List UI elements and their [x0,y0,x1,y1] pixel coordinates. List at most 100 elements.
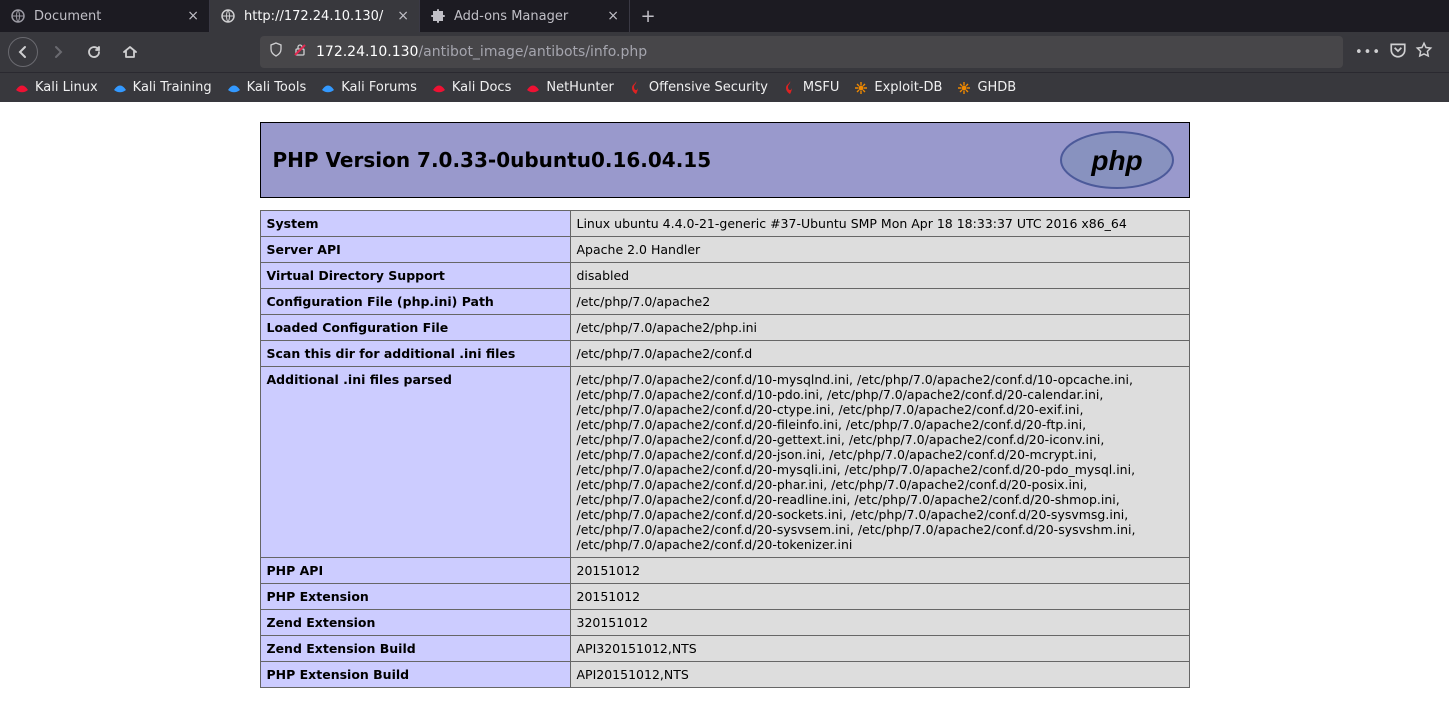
spider-orange-icon [956,80,972,96]
table-row: Zend Extension320151012 [260,610,1189,636]
puzzle-icon [430,8,446,24]
info-value: API20151012,NTS [570,662,1189,688]
bookmark-label: Exploit-DB [874,80,942,95]
globe-icon [10,8,26,24]
url-text: 172.24.10.130/antibot_image/antibots/inf… [316,44,647,60]
tab-title: Document [34,9,179,24]
info-value: 320151012 [570,610,1189,636]
table-row: Server APIApache 2.0 Handler [260,237,1189,263]
info-value: 20151012 [570,584,1189,610]
table-row: PHP API20151012 [260,558,1189,584]
spider-orange-icon [853,80,869,96]
back-button[interactable] [8,37,38,67]
kali-red-icon [14,80,30,96]
info-key: System [260,211,570,237]
bookmark-label: Kali Forums [341,80,417,95]
reload-button[interactable] [78,36,110,68]
flame-red-icon [628,80,644,96]
kali-red-icon [525,80,541,96]
home-button[interactable] [114,36,146,68]
close-icon[interactable]: × [607,8,619,24]
bookmark-kali-linux[interactable]: Kali Linux [8,77,104,99]
info-value: /etc/php/7.0/apache2 [570,289,1189,315]
tab-bar: Document × http://172.24.10.130/ × Add-o… [0,0,1449,32]
info-value: disabled [570,263,1189,289]
info-value: /etc/php/7.0/apache2/conf.d [570,341,1189,367]
info-key: Scan this dir for additional .ini files [260,341,570,367]
bookmark-kali-training[interactable]: Kali Training [106,77,218,99]
new-tab-button[interactable]: + [630,0,666,32]
info-key: Loaded Configuration File [260,315,570,341]
url-host: 172.24.10.130 [316,44,418,60]
info-value: Linux ubuntu 4.4.0-21-generic #37-Ubuntu… [570,211,1189,237]
page-actions: ••• [1355,41,1441,63]
bookmark-label: Offensive Security [649,80,768,95]
bookmark-msfu[interactable]: MSFU [776,77,845,99]
forward-button[interactable] [42,36,74,68]
page-content: PHP Version 7.0.33-0ubuntu0.16.04.15 php… [0,102,1449,708]
table-row: PHP Extension BuildAPI20151012,NTS [260,662,1189,688]
bookmark-star-icon[interactable] [1415,41,1433,63]
bookmark-kali-forums[interactable]: Kali Forums [314,77,423,99]
nav-bar: 172.24.10.130/antibot_image/antibots/inf… [0,32,1449,72]
info-key: Server API [260,237,570,263]
table-row: PHP Extension20151012 [260,584,1189,610]
close-icon[interactable]: × [187,8,199,24]
info-value: /etc/php/7.0/apache2/conf.d/10-mysqlnd.i… [570,367,1189,558]
bookmark-label: GHDB [977,80,1016,95]
bookmark-label: MSFU [803,80,839,95]
php-logo-icon: php [1057,130,1177,190]
tab-title: Add-ons Manager [454,9,599,24]
phpinfo-header: PHP Version 7.0.33-0ubuntu0.16.04.15 php [260,122,1190,198]
kali-blue-icon [112,80,128,96]
close-icon[interactable]: × [397,8,409,24]
globe-icon [220,8,236,24]
info-key: PHP Extension [260,584,570,610]
info-key: Zend Extension [260,610,570,636]
bookmark-ghdb[interactable]: GHDB [950,77,1022,99]
bookmark-nethunter[interactable]: NetHunter [519,77,620,99]
table-row: Configuration File (php.ini) Path/etc/ph… [260,289,1189,315]
tab-title: http://172.24.10.130/ [244,9,389,24]
info-key: PHP Extension Build [260,662,570,688]
kali-blue-icon [320,80,336,96]
lock-insecure-icon [292,42,308,62]
bookmark-label: Kali Docs [452,80,512,95]
kali-blue-icon [226,80,242,96]
bookmark-label: NetHunter [546,80,614,95]
php-version-title: PHP Version 7.0.33-0ubuntu0.16.04.15 [273,148,712,172]
table-row: Virtual Directory Supportdisabled [260,263,1189,289]
url-path: /antibot_image/antibots/info.php [418,44,647,60]
table-row: SystemLinux ubuntu 4.4.0-21-generic #37-… [260,211,1189,237]
info-key: PHP API [260,558,570,584]
tab-document[interactable]: Document × [0,0,210,32]
bookmark-kali-docs[interactable]: Kali Docs [425,77,518,99]
phpinfo: PHP Version 7.0.33-0ubuntu0.16.04.15 php… [260,122,1190,688]
bookmark-offensive-security[interactable]: Offensive Security [622,77,774,99]
bookmark-kali-tools[interactable]: Kali Tools [220,77,313,99]
tab-current[interactable]: http://172.24.10.130/ × [210,0,420,32]
flame-red-icon [782,80,798,96]
more-actions-icon[interactable]: ••• [1355,45,1381,60]
bookmark-exploit-db[interactable]: Exploit-DB [847,77,948,99]
phpinfo-table: SystemLinux ubuntu 4.4.0-21-generic #37-… [260,210,1190,688]
info-key: Additional .ini files parsed [260,367,570,558]
info-value: /etc/php/7.0/apache2/php.ini [570,315,1189,341]
shield-icon [268,42,284,62]
svg-text:php: php [1090,145,1142,176]
bookmarks-bar: Kali Linux Kali Training Kali Tools Kali Fo… [0,72,1449,102]
url-bar[interactable]: 172.24.10.130/antibot_image/antibots/inf… [260,36,1343,68]
pocket-icon[interactable] [1389,41,1407,63]
kali-red-icon [431,80,447,96]
table-row: Loaded Configuration File/etc/php/7.0/ap… [260,315,1189,341]
info-key: Configuration File (php.ini) Path [260,289,570,315]
table-row: Additional .ini files parsed/etc/php/7.0… [260,367,1189,558]
table-row: Zend Extension BuildAPI320151012,NTS [260,636,1189,662]
info-value: Apache 2.0 Handler [570,237,1189,263]
bookmark-label: Kali Tools [247,80,307,95]
table-row: Scan this dir for additional .ini files/… [260,341,1189,367]
bookmark-label: Kali Training [133,80,212,95]
info-key: Virtual Directory Support [260,263,570,289]
tab-addons[interactable]: Add-ons Manager × [420,0,630,32]
bookmark-label: Kali Linux [35,80,98,95]
